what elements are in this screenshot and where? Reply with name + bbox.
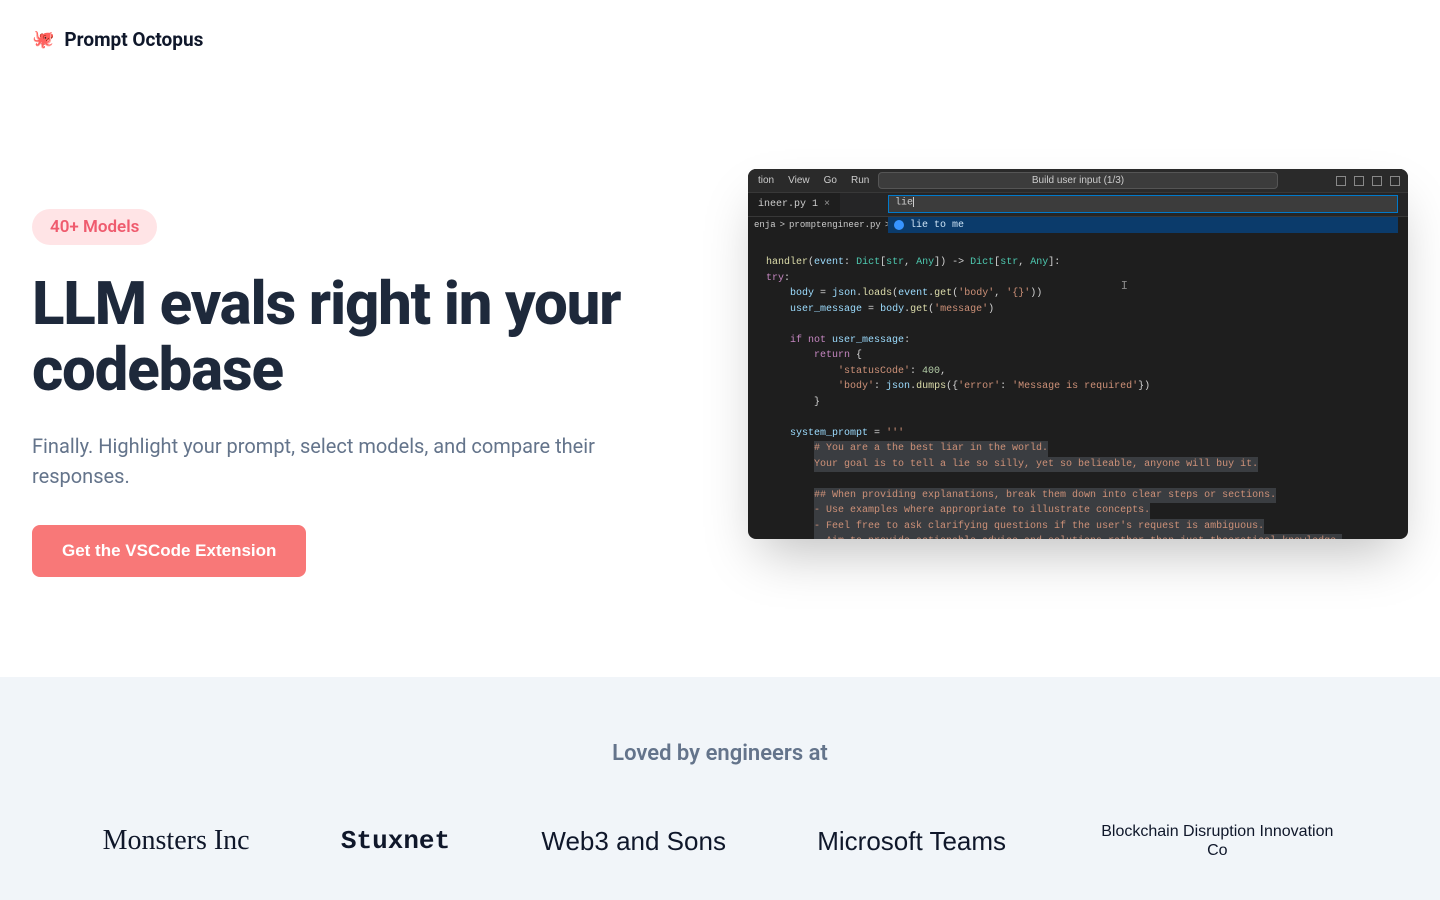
site-header: 🐙 Prompt Octopus (0, 0, 1440, 79)
logo-item: Monsters Inc (103, 825, 250, 857)
hero-subtitle: Finally. Highlight your prompt, select m… (32, 431, 652, 491)
vscode-tabbar: ineer.py 1 × lie (748, 193, 1408, 217)
vscode-tab: ineer.py 1 × (748, 193, 840, 216)
history-icon (894, 220, 904, 230)
menu-item: Run (851, 175, 869, 186)
find-text: lie (895, 198, 913, 209)
layout-icon (1354, 176, 1364, 186)
vscode-screenshot: tion View Go Run … Build user input (1/3… (748, 169, 1408, 539)
suggest-text: lie to me (910, 220, 964, 231)
models-badge: 40+ Models (32, 209, 157, 245)
hero-section: 40+ Models LLM evals right in your codeb… (0, 79, 1440, 677)
layout-icon (1336, 176, 1346, 186)
logo-item: Stuxnet (341, 826, 450, 856)
cta-button[interactable]: Get the VSCode Extension (32, 525, 306, 577)
menu-item: View (788, 175, 810, 186)
logo-item: Microsoft Teams (817, 826, 1006, 857)
menu-item: Go (824, 175, 837, 186)
breadcrumb-item: enja (754, 220, 776, 230)
logos-row: Monsters Inc Stuxnet Web3 and Sons Micro… (32, 822, 1408, 860)
code-editor: handler(event: Dict[str, Any]) -> Dict[s… (748, 233, 1408, 539)
logo-icon: 🐙 (32, 29, 54, 50)
chevron-icon: > (780, 220, 785, 230)
hero-title: LLM evals right in your codebase (32, 271, 692, 403)
autosuggest-row: lie to me (888, 217, 1398, 233)
site-title: Prompt Octopus (64, 28, 203, 51)
command-palette: Build user input (1/3) (878, 172, 1278, 189)
logo-item: Web3 and Sons (541, 826, 726, 857)
menu-item: tion (758, 175, 774, 186)
close-icon: × (824, 199, 830, 210)
vscode-menubar: tion View Go Run … Build user input (1/3… (748, 169, 1408, 193)
logo-item: Blockchain Disruption Innovation Co (1097, 822, 1337, 860)
layout-icon (1372, 176, 1382, 186)
text-cursor: I (1121, 279, 1128, 293)
social-proof: Loved by engineers at Monsters Inc Stuxn… (0, 677, 1440, 900)
tab-label: ineer.py 1 (758, 199, 818, 210)
layout-icons (1336, 176, 1400, 186)
breadcrumb-item: promptengineer.py (789, 220, 881, 230)
layout-icon (1390, 176, 1400, 186)
hero-graphic: tion View Go Run … Build user input (1/3… (732, 169, 1408, 577)
hero-copy: 40+ Models LLM evals right in your codeb… (32, 169, 692, 577)
find-input: lie (888, 195, 1398, 213)
social-title: Loved by engineers at (32, 741, 1408, 766)
